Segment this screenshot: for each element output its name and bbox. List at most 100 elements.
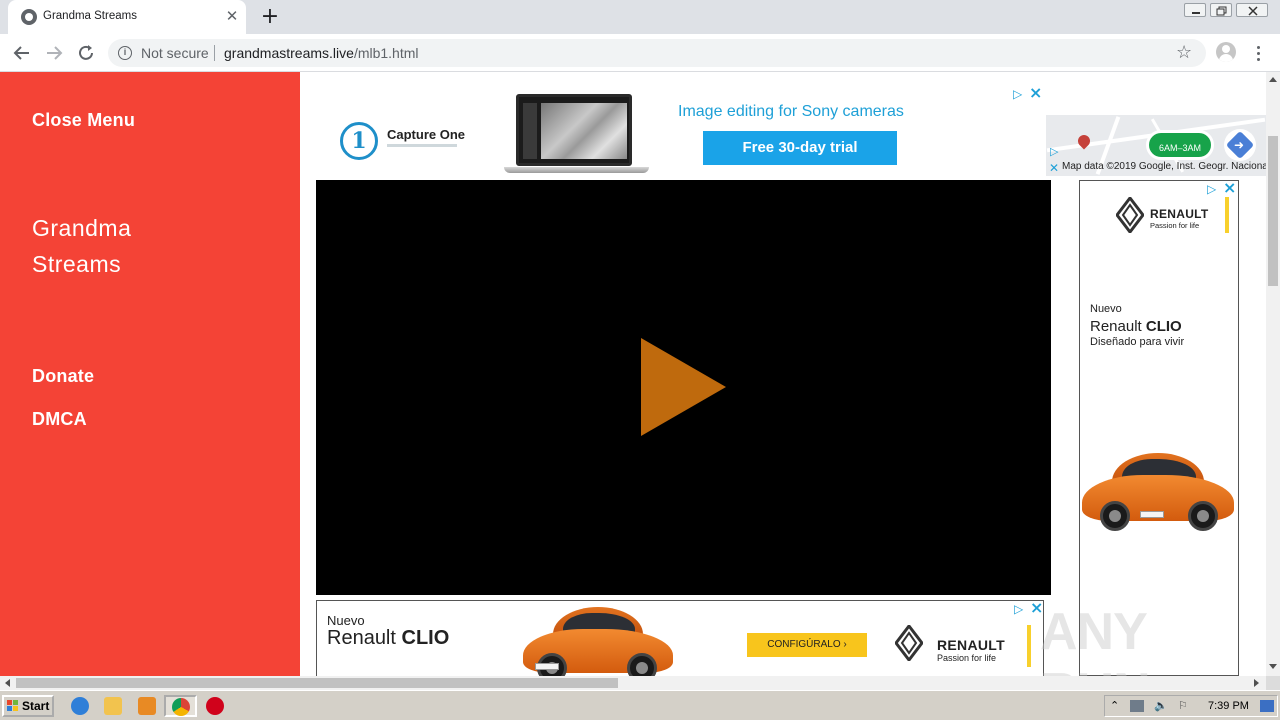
forward-arrow-icon[interactable] [43, 42, 65, 64]
donate-link[interactable]: Donate [32, 366, 94, 387]
chrome-taskbar-button[interactable] [164, 695, 197, 717]
yellow-accent-bar [1225, 197, 1229, 233]
ad-model-text: Renault CLIO [327, 627, 449, 650]
adchoices-icon[interactable]: ▷ [1207, 182, 1221, 196]
ad-close-icon[interactable]: ✕ [1049, 162, 1059, 174]
adchoices-icon[interactable]: ▷ [1013, 87, 1027, 101]
scroll-down-arrow-icon[interactable] [1269, 664, 1277, 669]
scrollbar-corner [1266, 676, 1280, 690]
ad-model-name: CLIO [1145, 318, 1182, 335]
dmca-link[interactable]: DMCA [32, 409, 87, 430]
scroll-up-arrow-icon[interactable] [1269, 77, 1277, 82]
minimize-icon [1192, 12, 1200, 14]
start-label: Start [22, 699, 50, 713]
yellow-accent-bar [1027, 625, 1031, 667]
media-player-icon[interactable] [138, 697, 156, 715]
map-ad[interactable]: 6AM–3AM ➜ ▷ ✕ Map data ©2019 Google, Ins… [1046, 115, 1266, 176]
volume-icon[interactable]: 🔈 [1154, 700, 1168, 712]
side-menu: Close Menu Grandma Streams Donate DMCA [0, 72, 300, 676]
ad-headline[interactable]: Image editing for Sony cameras [678, 103, 904, 121]
show-desktop-icon[interactable] [1260, 700, 1274, 712]
tab-title: Grandma Streams [43, 10, 137, 22]
ad-close-icon[interactable]: × [1029, 85, 1043, 101]
info-icon[interactable]: i [118, 46, 132, 60]
ad-brand-name: Capture One [387, 127, 466, 142]
renault-tagline: Passion for life [1150, 221, 1200, 230]
bottom-banner-ad[interactable]: Nuevo Renault CLIO CONFIGÚRALO › RENAULT… [316, 600, 1044, 676]
tray-expand-icon[interactable]: ⌃ [1110, 700, 1124, 712]
map-credit: Map data ©2019 Google, Inst. Geogr. Naci… [1062, 161, 1266, 172]
ad-nuevo-text: Nuevo [327, 613, 365, 628]
renault-brand: RENAULT [937, 637, 1005, 653]
close-menu-link[interactable]: Close Menu [32, 110, 135, 131]
address-bar[interactable]: i Not secure grandmastreams.live/mlb1.ht… [108, 39, 1206, 67]
car-image [523, 605, 673, 676]
scroll-right-arrow-icon[interactable] [1254, 679, 1259, 687]
reload-icon[interactable] [75, 42, 97, 64]
back-arrow-icon[interactable] [11, 42, 33, 64]
tab-strip: Grandma Streams ✕ + [0, 0, 1280, 34]
anyrun-watermark: ANY RUN [1040, 603, 1151, 676]
chrome-icon [172, 698, 190, 716]
vertical-scrollbar[interactable] [1266, 72, 1280, 676]
brand-line-1: Grandma [32, 215, 132, 241]
security-label: Not secure [141, 45, 209, 61]
globe-icon [21, 9, 37, 25]
url-text[interactable]: grandmastreams.live/mlb1.html [224, 45, 419, 61]
top-banner-ad[interactable]: 1 Capture One Image editing for Sony cam… [316, 82, 1046, 177]
internet-explorer-icon[interactable] [71, 697, 89, 715]
ad-model-text: Renault CLIO [1090, 318, 1182, 335]
adchoices-icon[interactable]: ▷ [1014, 602, 1028, 616]
url-host: grandmastreams.live [224, 45, 354, 61]
site-brand[interactable]: Grandma Streams [32, 210, 232, 282]
scroll-left-arrow-icon[interactable] [5, 679, 10, 687]
windows-flag-icon [7, 700, 19, 712]
opera-icon[interactable] [206, 697, 224, 715]
ad-close-icon[interactable]: × [1223, 180, 1237, 196]
laptop-image [504, 94, 649, 176]
start-button[interactable]: Start [2, 695, 54, 717]
url-path: /mlb1.html [353, 45, 419, 61]
vertical-scroll-thumb[interactable] [1268, 136, 1278, 286]
configure-button[interactable]: CONFIGÚRALO › [747, 633, 867, 657]
page-viewport: Close Menu Grandma Streams Donate DMCA 1… [0, 72, 1266, 676]
free-trial-button[interactable]: Free 30-day trial [703, 131, 897, 165]
clock[interactable]: 7:39 PM [1208, 700, 1249, 712]
flag-icon[interactable]: ⚐ [1178, 700, 1192, 712]
renault-logo-icon [1116, 197, 1144, 233]
play-icon[interactable] [641, 338, 726, 436]
network-icon[interactable] [1130, 700, 1144, 712]
ad-model-prefix: Renault [327, 627, 396, 649]
tab-grandma-streams[interactable]: Grandma Streams ✕ [8, 0, 246, 34]
folder-icon[interactable] [104, 697, 122, 715]
horizontal-scrollbar[interactable] [0, 676, 1266, 690]
renault-brand: RENAULT [1150, 207, 1209, 221]
ad-nuevo-text: Nuevo [1090, 303, 1122, 315]
minimize-button[interactable] [1184, 3, 1206, 17]
browser-toolbar: i Not secure grandmastreams.live/mlb1.ht… [0, 34, 1280, 72]
directions-icon[interactable]: ➜ [1224, 129, 1256, 161]
close-window-button[interactable] [1236, 3, 1268, 17]
brand-line-2: Streams [32, 251, 122, 277]
kebab-menu-icon[interactable] [1250, 42, 1266, 64]
windows-taskbar: Start ⌃ 🔈 ⚐ 7:39 PM [0, 690, 1280, 720]
tab-close-icon[interactable]: ✕ [224, 8, 240, 24]
new-tab-button[interactable]: + [259, 6, 281, 28]
ad-model-prefix: Renault [1090, 318, 1142, 335]
maximize-button[interactable] [1210, 3, 1232, 17]
profile-avatar-icon[interactable] [1216, 42, 1236, 62]
video-player[interactable] [316, 180, 1051, 595]
car-image [1082, 449, 1234, 535]
renault-logo-icon [895, 625, 923, 661]
capture-one-logo: 1 [340, 122, 378, 160]
ad-subtitle: Diseñado para vivir [1090, 336, 1185, 348]
bookmark-star-icon[interactable]: ☆ [1176, 43, 1192, 63]
renault-tagline: Passion for life [937, 653, 997, 663]
omnibox-divider [214, 45, 215, 61]
horizontal-scroll-thumb[interactable] [16, 678, 618, 688]
adchoices-icon[interactable]: ▷ [1050, 146, 1058, 158]
close-icon [1248, 6, 1258, 16]
ad-model-name: CLIO [401, 627, 450, 649]
restore-icon [1216, 6, 1227, 16]
store-hours-badge[interactable]: 6AM–3AM [1146, 130, 1214, 160]
